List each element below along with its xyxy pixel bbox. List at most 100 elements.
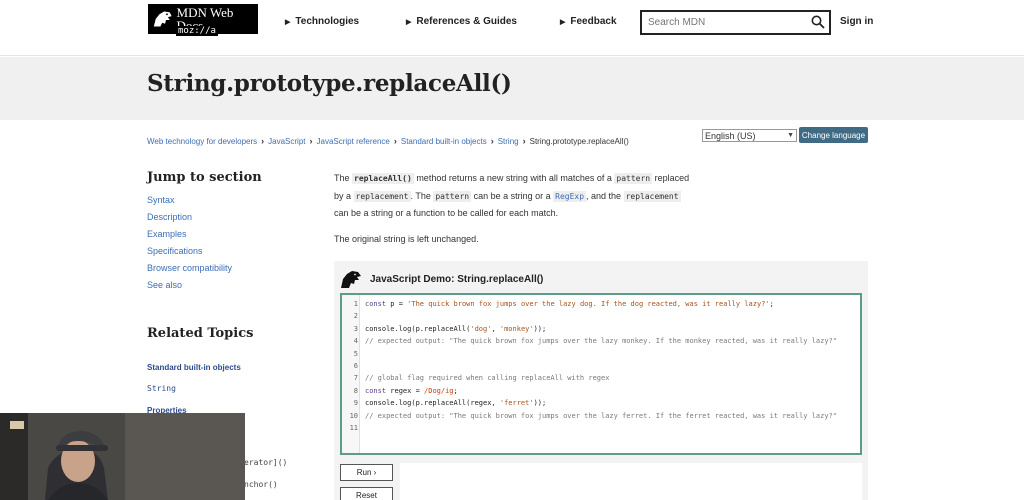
line-number: 1 (353, 300, 358, 308)
line-number: 3 (353, 324, 358, 333)
inline-code: pattern (614, 173, 653, 184)
webcam-video-icon (0, 413, 245, 500)
mdn-logo[interactable]: MDN Web Docs moz://a (148, 4, 258, 36)
nav-feedback[interactable]: ▶ Feedback (560, 16, 617, 27)
code-line: 10 // expected output: "The quick brown f… (342, 410, 860, 422)
page-title: String.prototype.replaceAll() (147, 70, 512, 97)
intro-text: can be a string or a function to be call… (334, 208, 559, 218)
breadcrumb-web-tech[interactable]: Web technology for developers (147, 137, 257, 146)
code-keyword: const (365, 386, 387, 395)
intro-text: , and the (586, 190, 624, 201)
code-line: 8 const regex = /Dog/ig; (342, 385, 860, 397)
related-link-builtin-objects[interactable]: Standard built-in objects (147, 363, 241, 372)
code-line: 9 console.log(p.replaceAll(regex, 'ferret… (342, 397, 860, 409)
code-text: console.log(p.replaceAll(regex, (365, 399, 500, 408)
site-header: MDN Web Docs moz://a ▶ Technologies ▶ Refe… (0, 0, 1024, 56)
line-number: 7 (353, 374, 358, 383)
nav-technologies[interactable]: ▶ Technologies (285, 16, 359, 27)
breadcrumb: Web technology for developers › JavaScri… (147, 136, 629, 146)
intro-paragraph: The replaceAll() method returns a new st… (334, 170, 694, 222)
jump-link-see-also[interactable]: See also (147, 280, 182, 290)
jump-link-examples[interactable]: Examples (147, 229, 187, 239)
nav-feedback-label: Feedback (570, 16, 617, 27)
related-link-string[interactable]: String (147, 384, 176, 393)
demo-header: JavaScript Demo: String.replaceAll() (340, 269, 543, 289)
code-text: console.log(p.replaceAll( (365, 324, 471, 333)
line-number: 10 (349, 411, 358, 420)
language-select[interactable]: English (US) ▼ (702, 129, 797, 142)
related-topics-heading: Related Topics (147, 326, 254, 341)
breadcrumb-separator-icon: › (393, 136, 397, 146)
jump-link-description[interactable]: Description (147, 212, 192, 222)
intro-text: method returns a new string with all mat… (413, 173, 615, 183)
breadcrumb-builtin-objects[interactable]: Standard built-in objects (401, 137, 487, 146)
search-input[interactable] (642, 12, 802, 33)
breadcrumb-separator-icon: › (490, 136, 494, 146)
code-text: regex = (386, 386, 425, 395)
regexp-link[interactable]: RegExp (553, 190, 587, 202)
code-line: 6 (342, 360, 860, 372)
reset-button[interactable]: Reset (340, 487, 393, 500)
code-line: 5 (342, 348, 860, 360)
code-text: ; (453, 386, 458, 395)
search-icon[interactable] (811, 15, 825, 29)
caret-right-icon: ▶ (285, 18, 291, 26)
breadcrumb-separator-icon: › (522, 136, 526, 146)
output-area (400, 463, 862, 500)
code-comment: // global flag required when calling rep… (365, 374, 610, 383)
language-selected-value: English (US) (705, 130, 756, 141)
code-line: 3 console.log(p.replaceAll('dog', 'monkey… (342, 323, 860, 335)
code-string: 'The quick brown fox jumps over the lazy… (407, 300, 770, 308)
code-text: )); (533, 324, 547, 333)
jump-link-specifications[interactable]: Specifications (147, 246, 203, 256)
dinosaur-logo-icon (153, 11, 172, 27)
dinosaur-icon (341, 271, 361, 288)
mozilla-wordmark: moz://a (176, 26, 218, 36)
breadcrumb-string[interactable]: String (498, 137, 519, 146)
line-number: 8 (353, 386, 358, 395)
change-language-button[interactable]: Change language (799, 127, 868, 143)
jump-link-browser-compat[interactable]: Browser compatibility (147, 263, 232, 273)
code-line: 1 const p = 'The quick brown fox jumps ov… (342, 298, 860, 310)
code-string: 'ferret' (499, 399, 534, 408)
line-number: 11 (349, 424, 358, 432)
code-string: 'dog' (470, 324, 492, 333)
line-number: 6 (353, 362, 358, 370)
code-line: 2 (342, 310, 860, 322)
jump-link-syntax[interactable]: Syntax (147, 195, 175, 205)
search-box (640, 10, 831, 35)
line-number: 4 (353, 337, 358, 346)
demo-title: JavaScript Demo: String.replaceAll() (370, 273, 544, 285)
sidebar-partial-item[interactable]: nchor() (244, 480, 278, 489)
sidebar-partial-item[interactable]: erator]() (244, 458, 287, 467)
code-line: 11 (342, 422, 860, 434)
code-comment: // expected output: "The quick brown fox… (365, 337, 838, 346)
code-keyword: const (365, 300, 387, 308)
code-regex: /Dog/ig (424, 386, 454, 395)
run-button[interactable]: Run › (340, 464, 393, 481)
line-number: 5 (353, 349, 358, 358)
inline-code: replacement (623, 190, 681, 202)
interactive-demo: JavaScript Demo: String.replaceAll() 1 co… (334, 261, 868, 500)
code-line: 4 // expected output: "The quick brown fo… (342, 335, 860, 347)
intro-text: The (334, 173, 353, 183)
jump-to-section-heading: Jump to section (147, 170, 262, 185)
code-text: ; (769, 300, 774, 308)
code-text: )); (533, 399, 547, 408)
code-comment: // expected output: "The quick brown fox… (365, 411, 838, 420)
breadcrumb-javascript[interactable]: JavaScript (268, 137, 305, 146)
nav-references-label: References & Guides (416, 16, 517, 27)
original-unchanged-text: The original string is left unchanged. (334, 234, 479, 244)
sign-in-link[interactable]: Sign in (840, 16, 873, 27)
intro-text: can be a string or a (471, 190, 554, 201)
code-text: p = (386, 300, 408, 308)
code-editor[interactable]: 1 const p = 'The quick brown fox jumps ov… (340, 293, 862, 455)
line-number: 9 (353, 399, 358, 408)
code-text: , (491, 324, 500, 333)
breadcrumb-separator-icon: › (261, 136, 265, 146)
intro-text: . The (410, 190, 434, 201)
nav-references-guides[interactable]: ▶ References & Guides (406, 16, 517, 27)
breadcrumb-current: String.prototype.replaceAll() (529, 136, 629, 146)
breadcrumb-js-reference[interactable]: JavaScript reference (317, 137, 390, 146)
caret-right-icon: ▶ (560, 18, 566, 26)
